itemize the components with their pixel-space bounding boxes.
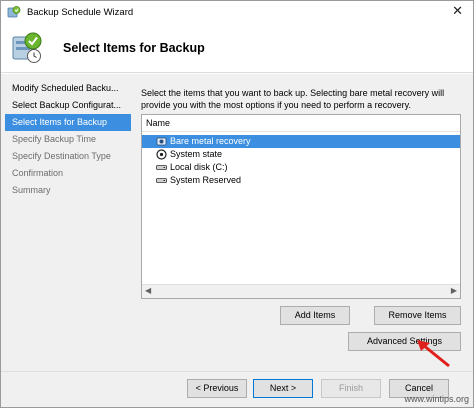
- close-icon[interactable]: ✕: [452, 4, 463, 18]
- list-item-system-reserved[interactable]: System Reserved: [142, 174, 460, 187]
- name-column-header[interactable]: Name: [142, 115, 460, 132]
- next-button[interactable]: Next >: [253, 379, 313, 398]
- drive-icon: [156, 175, 167, 186]
- previous-button[interactable]: < Previous: [187, 379, 247, 398]
- remove-items-button[interactable]: Remove Items: [374, 306, 461, 325]
- wizard-steps-nav: Modify Scheduled Backu... Select Backup …: [5, 80, 131, 199]
- scroll-left-icon[interactable]: ◀: [145, 286, 151, 295]
- system-state-icon: [156, 149, 167, 160]
- wizard-header: Select Items for Backup: [1, 23, 473, 73]
- list-item-system-state[interactable]: System state: [142, 148, 460, 161]
- nav-step-modify-scheduled-backup[interactable]: Modify Scheduled Backu...: [5, 80, 131, 97]
- list-item-label: Local disk (C:): [170, 162, 228, 172]
- nav-step-confirmation: Confirmation: [12, 168, 64, 178]
- annotation-arrow-icon: [417, 340, 450, 368]
- backup-wizard-title-icon: [7, 5, 21, 19]
- nav-step-summary: Summary: [12, 185, 51, 195]
- backup-schedule-wizard-window: Backup Schedule Wizard ✕ Select Items fo…: [0, 0, 474, 408]
- title-bar: Backup Schedule Wizard ✕: [1, 1, 473, 23]
- drive-icon: [156, 162, 167, 173]
- window-title: Backup Schedule Wizard: [27, 6, 134, 18]
- nav-step-specify-backup-time: Specify Backup Time: [12, 134, 97, 144]
- list-item-label: Bare metal recovery: [170, 136, 251, 146]
- scroll-right-icon[interactable]: ▶: [451, 286, 457, 295]
- add-items-button[interactable]: Add Items: [280, 306, 350, 325]
- nav-step-select-items-for-backup[interactable]: Select Items for Backup: [5, 114, 131, 131]
- page-title: Select Items for Backup: [63, 41, 205, 55]
- finish-button: Finish: [321, 379, 381, 398]
- backup-items-list[interactable]: Name Bare metal recovery System state Lo…: [141, 114, 461, 299]
- backup-wizard-icon: [9, 29, 45, 65]
- watermark-text: www.wintips.org: [404, 394, 469, 404]
- nav-step-select-backup-configuration[interactable]: Select Backup Configurat...: [5, 97, 131, 114]
- list-item-label: System Reserved: [170, 175, 242, 185]
- list-item-local-disk-c[interactable]: Local disk (C:): [142, 161, 460, 174]
- list-item-bare-metal-recovery[interactable]: Bare metal recovery: [142, 135, 460, 148]
- instructions-text: Select the items that you want to back u…: [141, 88, 445, 110]
- bare-metal-icon: [156, 136, 167, 147]
- wizard-body: Modify Scheduled Backu... Select Backup …: [1, 74, 473, 371]
- horizontal-scrollbar[interactable]: ◀ ▶: [142, 284, 460, 298]
- list-item-label: System state: [170, 149, 223, 159]
- wizard-footer: < Previous Next > Finish Cancel: [1, 371, 473, 407]
- nav-step-specify-destination-type: Specify Destination Type: [12, 151, 111, 161]
